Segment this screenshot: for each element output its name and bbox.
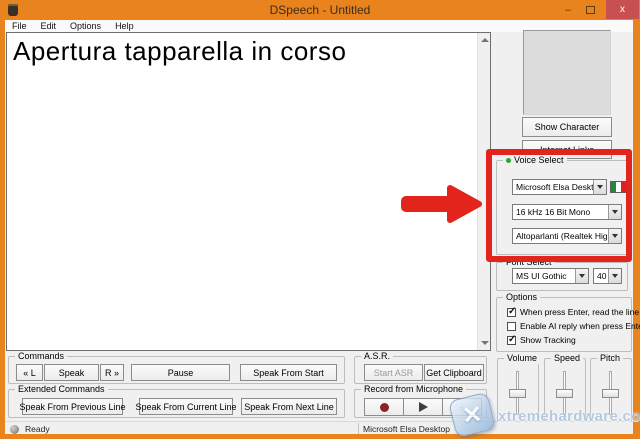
checkbox-unchecked-icon[interactable] (507, 322, 516, 331)
speed-label: Speed (551, 353, 583, 364)
options-group: Options When press Enter, read the line … (496, 297, 632, 352)
status-sphere-icon (10, 425, 19, 434)
character-preview-box (523, 30, 611, 115)
speak-from-start-button[interactable]: Speak From Start (240, 364, 337, 381)
commands-label: Commands (15, 351, 67, 362)
pause-button[interactable]: Pause (131, 364, 230, 381)
options-label: Options (503, 292, 540, 303)
speak-current-line-button[interactable]: Speak From Current Line (139, 398, 233, 415)
volume-label: Volume (504, 353, 540, 364)
chevron-down-icon[interactable] (575, 269, 588, 283)
close-button[interactable]: x (606, 0, 639, 19)
record-icon (380, 403, 389, 412)
menu-help[interactable]: Help (108, 20, 141, 32)
dspeech-window: DSpeech - Untitled – x File Edit Options… (0, 0, 640, 439)
watermark-text: xtremehardware.com (498, 408, 640, 425)
get-clipboard-button[interactable]: Get Clipboard (424, 364, 484, 381)
option-read-line[interactable]: When press Enter, read the line (507, 307, 639, 317)
minimize-icon: – (565, 4, 571, 16)
speak-button[interactable]: Speak (44, 364, 99, 381)
editor-text: Apertura tapparella in corso (13, 36, 490, 67)
status-voice: Microsoft Elsa Desktop (363, 424, 450, 434)
speak-right-button[interactable]: R » (100, 364, 124, 381)
checkbox-checked-icon[interactable] (507, 308, 516, 317)
option-show-tracking[interactable]: Show Tracking (507, 335, 576, 345)
status-separator (358, 423, 359, 434)
maximize-button[interactable] (580, 0, 600, 19)
checkbox-checked-icon[interactable] (507, 336, 516, 345)
highlight-arrow-icon (398, 182, 484, 226)
pitch-label: Pitch (597, 353, 623, 364)
start-asr-button[interactable]: Start ASR (364, 364, 423, 381)
record-from-microphone-label: Record from Microphone (361, 384, 466, 395)
option-ai-reply[interactable]: Enable AI reply when press Enter (507, 321, 640, 331)
menu-file[interactable]: File (5, 20, 34, 32)
show-character-button[interactable]: Show Character (522, 117, 612, 137)
window-title: DSpeech - Untitled (0, 3, 640, 17)
scroll-down-icon[interactable] (481, 341, 489, 345)
status-ready: Ready (25, 424, 50, 434)
maximize-icon (586, 6, 595, 14)
minimize-button[interactable]: – (558, 0, 578, 19)
scroll-up-icon[interactable] (481, 38, 489, 42)
play-button[interactable] (403, 398, 443, 416)
play-icon (419, 402, 428, 412)
close-icon: x (620, 4, 625, 15)
chevron-down-icon[interactable] (608, 269, 621, 283)
record-button[interactable] (364, 398, 404, 416)
volume-slider[interactable] (509, 389, 526, 398)
speed-slider[interactable] (556, 389, 573, 398)
font-size-dropdown[interactable]: 40 (593, 268, 622, 284)
menu-edit[interactable]: Edit (34, 20, 64, 32)
speak-next-line-button[interactable]: Speak From Next Line (241, 398, 337, 415)
highlight-box (486, 149, 632, 262)
speak-left-button[interactable]: « L (16, 364, 43, 381)
menu-options[interactable]: Options (63, 20, 108, 32)
font-dropdown[interactable]: MS UI Gothic (512, 268, 589, 284)
extended-commands-label: Extended Commands (15, 384, 108, 395)
pitch-slider[interactable] (602, 389, 619, 398)
asr-label: A.S.R. (361, 351, 393, 362)
speak-previous-line-button[interactable]: Speak From Previous Line (22, 398, 123, 415)
